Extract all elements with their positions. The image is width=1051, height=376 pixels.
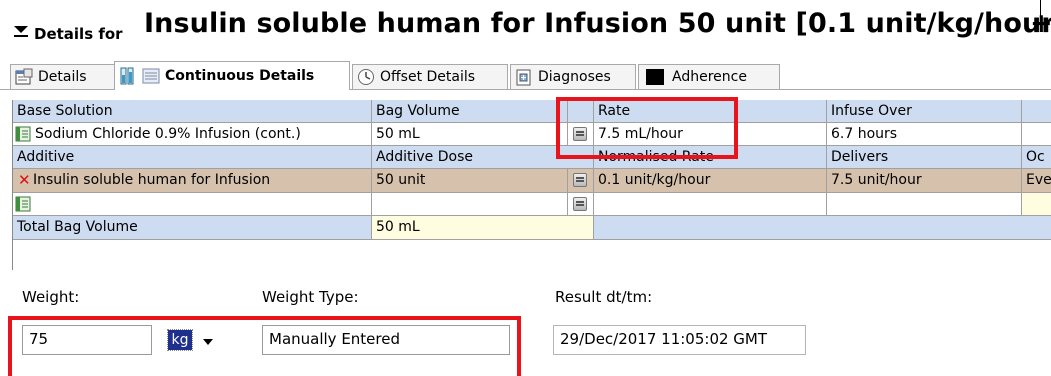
total-bag-volume-label: Total Bag Volume <box>13 216 372 240</box>
tab-diagnoses[interactable]: Diagnoses <box>510 64 636 89</box>
remove-additive-icon[interactable]: ✕ <box>18 169 31 191</box>
order-sentence-icon[interactable] <box>15 126 31 142</box>
occurrence-value[interactable]: Eve <box>1022 169 1051 193</box>
empty-delivers-cell[interactable] <box>827 193 1022 216</box>
delivers-value[interactable]: 7.5 unit/hour <box>827 169 1022 193</box>
collapse-toggle-icon[interactable] <box>12 22 30 40</box>
additive-cell[interactable]: ✕ Insulin soluble human for Infusion <box>13 169 372 193</box>
continuous-details-grid: Base Solution Bag Volume Rate Infuse Ove… <box>12 100 1051 270</box>
title-prefix: Details for <box>34 25 123 43</box>
calculator-icon[interactable] <box>573 197 587 211</box>
tab-offset-details-label: Offset Details <box>380 69 476 85</box>
bag-volume-value[interactable]: 50 mL <box>372 123 568 146</box>
adherence-icon <box>646 69 664 85</box>
clock-icon <box>358 69 374 85</box>
base-row-filler <box>1022 123 1051 146</box>
tab-diagnoses-label: Diagnoses <box>538 69 611 85</box>
additive-dose-value[interactable]: 50 unit <box>372 169 568 193</box>
result-dt-tm-label: Result dt/tm: <box>555 288 653 306</box>
tab-adherence-label: Adherence <box>672 69 747 85</box>
title-bar: Details for Insulin soluble human for In… <box>0 0 1051 60</box>
total-bag-volume-value: 50 mL <box>372 216 594 240</box>
base-solution-cell[interactable]: Sodium Chloride 0.9% Infusion (cont.) <box>13 123 372 146</box>
header-infuse-over: Infuse Over <box>827 100 1022 123</box>
weight-type-label: Weight Type: <box>262 288 359 306</box>
weight-highlight-box <box>8 316 521 376</box>
page-title: Insulin soluble human for Infusion 50 un… <box>144 8 1051 39</box>
calculator-icon[interactable] <box>573 173 587 187</box>
tab-offset-details[interactable]: Offset Details <box>352 64 508 89</box>
header-occurrence: Oc <box>1022 146 1051 169</box>
empty-additive-cell[interactable] <box>13 193 372 216</box>
list-view-icon <box>142 68 160 84</box>
header-bag-volume: Bag Volume <box>372 100 568 123</box>
add-additive-icon[interactable] <box>15 196 31 212</box>
infuse-over-value[interactable]: 6.7 hours <box>827 123 1022 146</box>
empty-occurrence-cell[interactable] <box>1022 193 1051 216</box>
text-caret <box>1040 0 1041 20</box>
tab-continuous-details[interactable]: Continuous Details <box>114 61 350 90</box>
empty-calculator-cell <box>568 193 594 216</box>
empty-normalised-rate-cell[interactable] <box>594 193 827 216</box>
tab-details[interactable]: Details <box>10 64 115 89</box>
tab-strip: Details Continuous Details Offset Detail… <box>0 58 1051 92</box>
tab-details-label: Details <box>38 69 87 85</box>
tab-adherence[interactable]: Adherence <box>638 64 780 89</box>
tab-continuous-details-label: Continuous Details <box>165 68 315 84</box>
header-delivers: Delivers <box>827 146 1022 169</box>
header-filler <box>1022 100 1051 123</box>
empty-dose-cell[interactable] <box>372 193 568 216</box>
base-solution-value: Sodium Chloride 0.9% Infusion (cont.) <box>35 126 301 142</box>
header-base-solution: Base Solution <box>13 100 372 123</box>
normalised-rate-value[interactable]: 0.1 unit/kg/hour <box>594 169 827 193</box>
total-row-filler <box>594 216 1051 240</box>
diagnoses-icon <box>516 69 531 86</box>
dose-calculator-cell <box>568 169 594 193</box>
header-additive: Additive <box>13 146 372 169</box>
details-icon <box>15 68 33 85</box>
rate-highlight-box <box>556 97 738 159</box>
additive-value: Insulin soluble human for Infusion <box>33 172 271 188</box>
continuous-details-icon <box>120 67 134 85</box>
result-dt-tm-field[interactable]: 29/Dec/2017 11:05:02 GMT <box>553 325 806 355</box>
weight-label: Weight: <box>22 288 80 306</box>
